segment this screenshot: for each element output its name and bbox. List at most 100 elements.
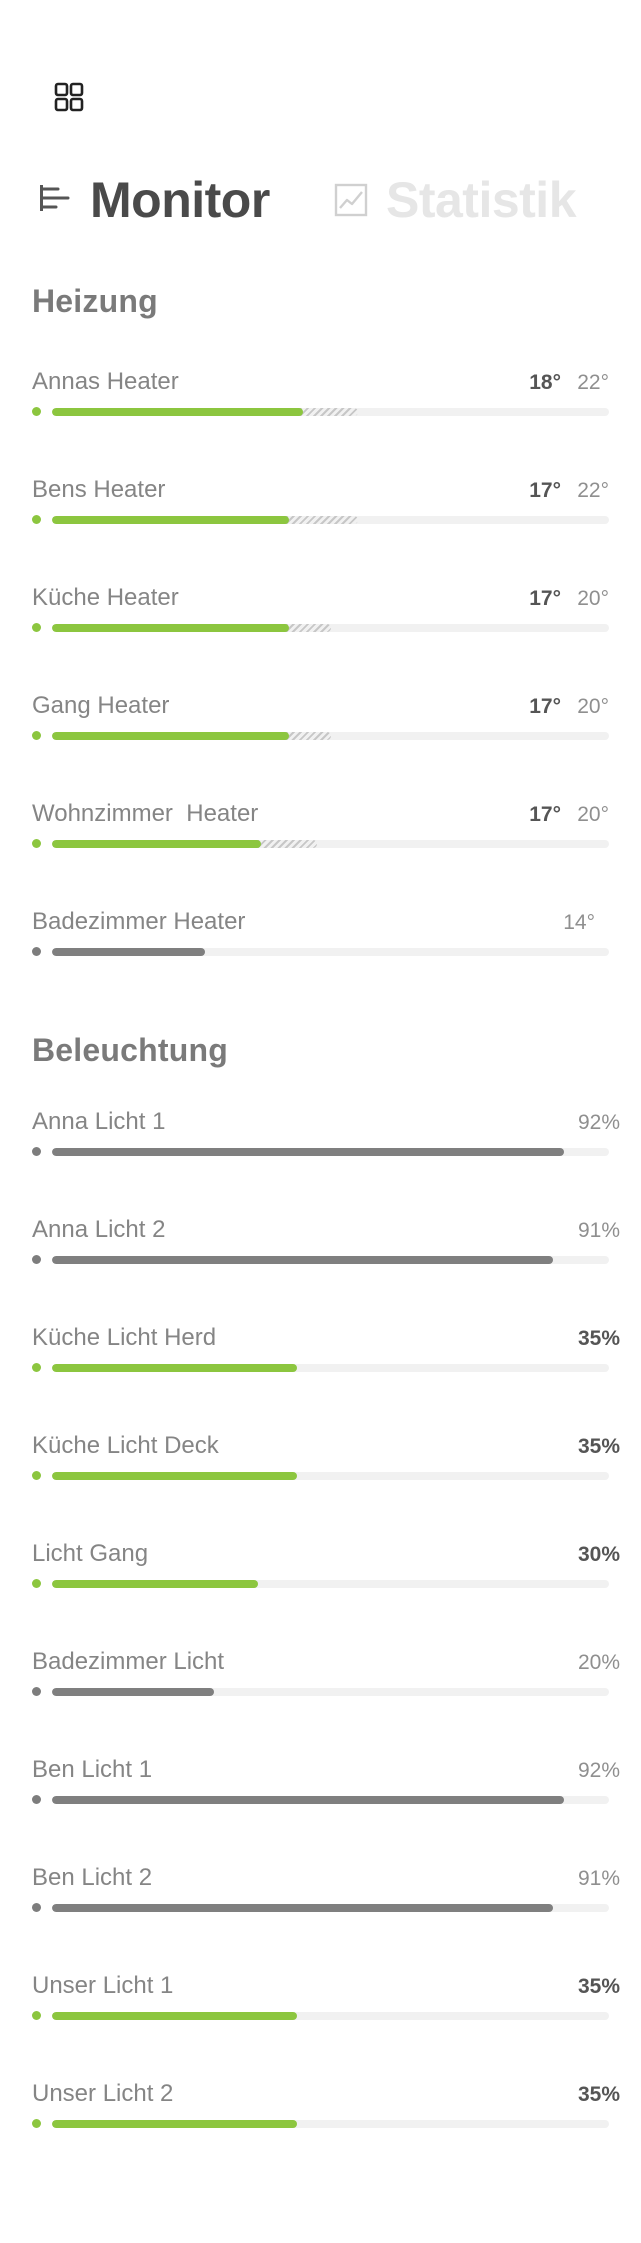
light-name: Badezimmer Licht — [32, 1648, 225, 1675]
light-name: Unser Licht 2 — [32, 2080, 174, 2107]
light-level-fill — [52, 1148, 565, 1156]
light-name: Anna Licht 2 — [32, 1216, 166, 1243]
light-status-dot — [32, 1147, 41, 1156]
light-item[interactable]: Licht Gang 30% — [0, 1540, 641, 1600]
light-item[interactable]: Anna Licht 1 92% — [0, 1108, 641, 1168]
light-level-bar[interactable] — [52, 2120, 609, 2128]
heater-name: Badezimmer Heater — [32, 908, 246, 935]
heater-level-bar[interactable] — [52, 624, 609, 632]
tab-monitor[interactable]: Monitor — [38, 170, 270, 230]
light-name: Anna Licht 1 — [32, 1108, 166, 1135]
section-title-heating: Heizung — [32, 283, 158, 319]
heater-level-bar[interactable] — [52, 840, 609, 848]
light-status-dot — [32, 1687, 41, 1696]
monitor-bars-icon — [40, 185, 70, 211]
light-level-bar[interactable] — [52, 1904, 609, 1912]
light-status-dot — [32, 2119, 41, 2128]
heater-level-bar[interactable] — [52, 948, 609, 956]
light-level-fill — [52, 1904, 554, 1912]
light-status-dot — [32, 1255, 41, 1264]
heater-current-fill — [52, 948, 206, 956]
heater-status-dot — [32, 623, 41, 632]
light-item[interactable]: Ben Licht 2 91% — [0, 1864, 641, 1924]
heater-level-bar[interactable] — [52, 408, 609, 416]
heater-current-fill — [52, 408, 303, 416]
light-level-bar[interactable] — [52, 2012, 609, 2020]
heater-level-bar[interactable] — [52, 516, 609, 524]
light-percent: 35% — [578, 1435, 621, 1458]
heater-current-temp: 17° — [529, 587, 561, 610]
heater-current-temp: 17° — [529, 695, 561, 718]
light-level-bar[interactable] — [52, 1364, 609, 1372]
light-status-dot — [32, 1795, 41, 1804]
heater-status-dot — [32, 947, 41, 956]
heater-item[interactable]: Wohnzimmer Heater 17° 20° — [0, 800, 641, 860]
light-level-fill — [52, 1688, 214, 1696]
heater-current-fill — [52, 516, 289, 524]
tab-monitor-label: Monitor — [90, 172, 270, 228]
light-percent: 91% — [578, 1219, 621, 1242]
light-level-fill — [52, 1796, 565, 1804]
light-item[interactable]: Ben Licht 1 92% — [0, 1756, 641, 1816]
light-level-bar[interactable] — [52, 1580, 609, 1588]
light-level-fill — [52, 2012, 298, 2020]
light-status-dot — [32, 1903, 41, 1912]
heater-target-temp: 20° — [577, 803, 609, 826]
light-percent: 35% — [578, 2083, 621, 2106]
heater-item[interactable]: Gang Heater 17° 20° — [0, 692, 641, 752]
heater-current-fill — [52, 732, 289, 740]
light-item[interactable]: Unser Licht 1 35% — [0, 1972, 641, 2032]
light-level-bar[interactable] — [52, 1472, 609, 1480]
light-status-dot — [32, 1579, 41, 1588]
light-level-bar[interactable] — [52, 1256, 609, 1264]
heater-status-dot — [32, 407, 41, 416]
light-item[interactable]: Küche Licht Herd 35% — [0, 1324, 641, 1384]
heater-name: Gang Heater — [32, 692, 170, 719]
light-item[interactable]: Küche Licht Deck 35% — [0, 1432, 641, 1492]
heater-current-fill — [52, 624, 289, 632]
light-percent: 92% — [578, 1759, 621, 1782]
light-percent: 35% — [578, 1975, 621, 1998]
heater-status-dot — [32, 515, 41, 524]
heater-current-fill — [52, 840, 261, 848]
tab-statistics[interactable]: Statistik — [334, 170, 577, 230]
heater-item[interactable]: Bens Heater 17° 22° — [0, 476, 641, 536]
view-tabs: Monitor Statistik — [38, 170, 628, 230]
light-name: Ben Licht 1 — [32, 1756, 153, 1783]
heater-item[interactable]: Badezimmer Heater 14° — [0, 908, 641, 968]
heater-current-temp: 17° — [529, 479, 561, 502]
light-percent: 92% — [578, 1111, 621, 1134]
heater-target-temp: 22° — [577, 479, 609, 502]
heater-target-temp: 14° — [563, 911, 595, 934]
light-percent: 91% — [578, 1867, 621, 1890]
light-level-bar[interactable] — [52, 1796, 609, 1804]
light-item[interactable]: Badezimmer Licht 20% — [0, 1648, 641, 1708]
light-level-bar[interactable] — [52, 1688, 609, 1696]
heater-name: Küche Heater — [32, 584, 179, 611]
light-item[interactable]: Anna Licht 2 91% — [0, 1216, 641, 1276]
heater-name: Annas Heater — [32, 368, 179, 395]
light-percent: 20% — [578, 1651, 621, 1674]
heater-item[interactable]: Annas Heater 18° 22° — [0, 368, 641, 428]
heater-current-temp: 17° — [529, 803, 561, 826]
light-item[interactable]: Unser Licht 2 35% — [0, 2080, 641, 2140]
light-level-bar[interactable] — [52, 1148, 609, 1156]
heater-name: Wohnzimmer Heater — [32, 800, 259, 827]
light-name: Licht Gang — [32, 1540, 149, 1567]
light-level-fill — [52, 1580, 259, 1588]
heater-level-bar[interactable] — [52, 732, 609, 740]
tab-statistics-label: Statistik — [386, 172, 577, 228]
heater-target-temp: 20° — [577, 587, 609, 610]
light-percent: 35% — [578, 1327, 621, 1350]
light-percent: 30% — [578, 1543, 621, 1566]
heater-name: Bens Heater — [32, 476, 166, 503]
grid-icon — [54, 82, 84, 112]
menu-button[interactable] — [52, 80, 86, 114]
heater-status-dot — [32, 839, 41, 848]
heater-target-temp: 22° — [577, 371, 609, 394]
light-status-dot — [32, 1471, 41, 1480]
chart-line-icon — [334, 183, 368, 217]
heater-item[interactable]: Küche Heater 17° 20° — [0, 584, 641, 644]
heater-status-dot — [32, 731, 41, 740]
light-status-dot — [32, 2011, 41, 2020]
